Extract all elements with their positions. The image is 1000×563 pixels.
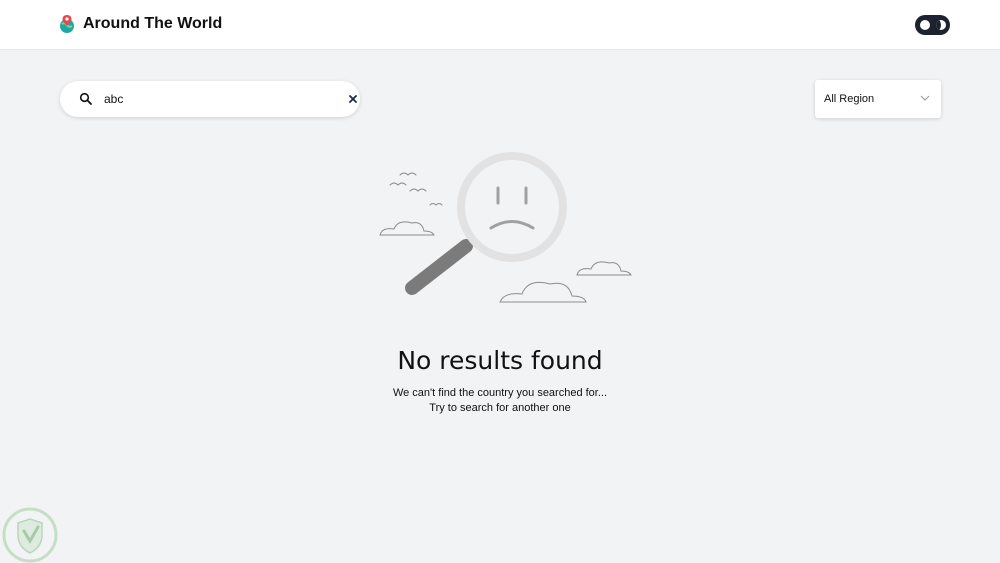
clear-search-button[interactable] xyxy=(347,93,359,105)
shield-logo-watermark xyxy=(2,507,58,563)
region-selected-value: All Region xyxy=(824,93,875,105)
app-header: Around The World xyxy=(0,0,1000,50)
theme-toggle[interactable] xyxy=(915,15,950,35)
app-title: Around The World xyxy=(83,15,223,32)
search-input[interactable] xyxy=(104,89,344,109)
map-pin-globe-icon xyxy=(60,15,74,33)
moon-icon xyxy=(936,20,946,30)
close-icon xyxy=(349,95,357,103)
search-box[interactable] xyxy=(60,81,360,117)
search-icon xyxy=(79,92,92,105)
empty-state-hint: Try to search for another one xyxy=(429,402,571,414)
toggle-knob xyxy=(920,20,930,30)
empty-state-message: We can't find the country you searched f… xyxy=(392,387,608,399)
chevron-down-icon xyxy=(920,95,930,101)
brand[interactable]: Around The World xyxy=(58,14,222,34)
empty-state-title: No results found xyxy=(397,346,603,375)
sad-magnifier-icon xyxy=(379,152,632,303)
